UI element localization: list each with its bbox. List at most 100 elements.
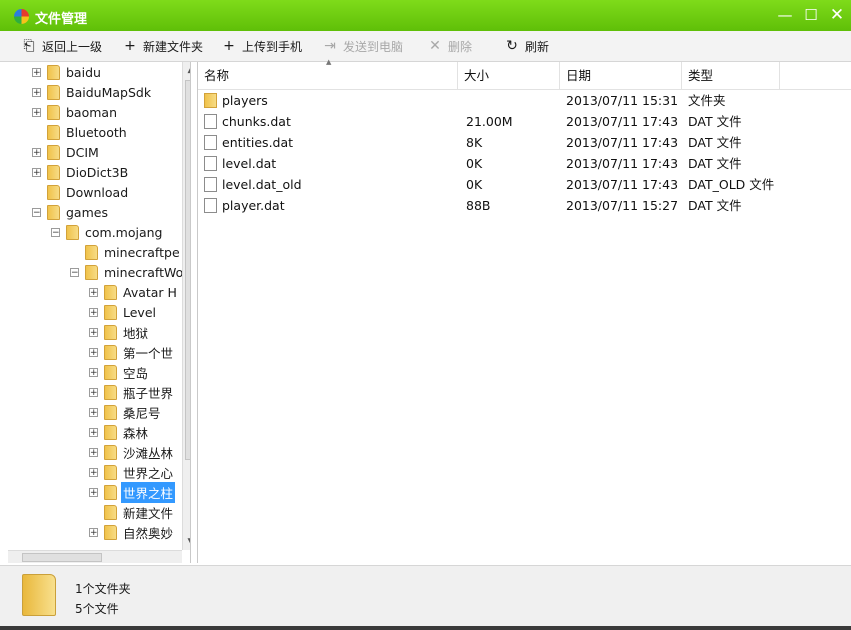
file-name: level.dat xyxy=(222,156,277,171)
expand-icon[interactable]: + xyxy=(89,287,98,297)
expand-icon[interactable]: + xyxy=(32,107,41,117)
tree-item[interactable]: + 沙滩丛林 xyxy=(89,442,175,462)
scroll-thumb[interactable] xyxy=(22,553,102,562)
tree-item[interactable]: − minecraftWorlds xyxy=(70,262,190,282)
upload-to-phone-button[interactable]: + 上传到手机 xyxy=(222,31,302,61)
tree-item[interactable]: + 瓶子世界 xyxy=(89,382,175,402)
tree-item[interactable]: + baoman xyxy=(32,102,119,122)
tree-item[interactable]: 新建文件 xyxy=(89,502,175,522)
file-size: 21.00M xyxy=(466,114,513,129)
file-type: 文件夹 xyxy=(688,93,726,108)
scroll-down-arrow-icon[interactable]: ▼ xyxy=(183,534,190,550)
send-to-pc-button[interactable]: ⇥ 发送到电脑 xyxy=(323,31,403,61)
file-row[interactable]: level.dat 0K 2013/07/11 17:43 DAT 文件 xyxy=(198,153,851,174)
back-folder-icon: ⎗ xyxy=(23,38,35,54)
collapse-icon[interactable]: − xyxy=(70,267,79,277)
expand-icon[interactable]: + xyxy=(89,487,98,497)
folder-icon xyxy=(85,264,98,280)
tree-item[interactable]: + DioDict3B xyxy=(32,162,130,182)
new-folder-button[interactable]: + 新建文件夹 xyxy=(123,31,203,61)
tree-item-label: 瓶子世界 xyxy=(123,385,174,401)
file-row[interactable]: chunks.dat 21.00M 2013/07/11 17:43 DAT 文件 xyxy=(198,111,851,132)
tree-item[interactable]: minecraftpe xyxy=(70,242,182,262)
sort-ascending-icon: ▲ xyxy=(326,58,332,66)
file-row[interactable]: level.dat_old 0K 2013/07/11 17:43 DAT_OLD 文… xyxy=(198,174,851,195)
close-button[interactable]: ✕ xyxy=(826,4,848,26)
tree-item[interactable]: Bluetooth xyxy=(32,122,129,142)
expand-icon[interactable]: + xyxy=(89,427,98,437)
tree-item[interactable]: + Avatar H xyxy=(89,282,179,302)
plus-icon: + xyxy=(223,38,235,54)
expand-icon[interactable]: + xyxy=(89,307,98,317)
refresh-button[interactable]: ↻ 刷新 xyxy=(505,31,549,61)
tree-item-label: 第一个世 xyxy=(123,345,174,361)
maximize-button[interactable]: ☐ xyxy=(800,4,822,26)
file-row[interactable]: player.dat 88B 2013/07/11 15:27 DAT 文件 xyxy=(198,195,851,216)
collapse-icon[interactable]: − xyxy=(51,227,60,237)
tree-item[interactable]: + Level xyxy=(89,302,158,322)
tree-item-label: DioDict3B xyxy=(66,164,129,180)
tree-horizontal-scrollbar[interactable] xyxy=(8,550,182,563)
file-date: 2013/07/11 17:43 xyxy=(566,156,679,171)
tree-item-label: DCIM xyxy=(66,144,99,160)
list-header: 名称 ▲ 大小 日期 类型 xyxy=(198,58,851,90)
expand-icon[interactable]: + xyxy=(89,407,98,417)
scroll-thumb[interactable] xyxy=(185,80,190,460)
expand-icon[interactable]: + xyxy=(89,327,98,337)
tree-item-label: Level xyxy=(123,304,156,320)
file-date: 2013/07/11 15:31 xyxy=(566,93,679,108)
file-name: level.dat_old xyxy=(222,177,302,192)
expand-icon[interactable]: + xyxy=(89,347,98,357)
expand-icon[interactable]: + xyxy=(32,67,41,77)
minimize-button[interactable]: — xyxy=(774,4,796,26)
file-icon xyxy=(204,135,217,150)
scroll-up-arrow-icon[interactable]: ▲ xyxy=(183,62,190,78)
tree-item[interactable]: − com.mojang xyxy=(51,222,164,242)
expand-icon[interactable]: + xyxy=(32,147,41,157)
file-row[interactable]: players 2013/07/11 15:31 文件夹 xyxy=(198,90,851,111)
tree-item[interactable]: + 空岛 xyxy=(89,362,150,382)
tree-item[interactable]: + 世界之心 xyxy=(89,462,175,482)
tree-item[interactable]: + BaiduMapSdk xyxy=(32,82,153,102)
file-size: 88B xyxy=(466,198,491,213)
tree-item[interactable]: Download xyxy=(32,182,130,202)
tree-item-label: minecraftWorlds xyxy=(104,264,190,280)
expand-icon[interactable]: + xyxy=(89,387,98,397)
expand-icon[interactable]: + xyxy=(32,167,41,177)
file-manager-window: 文件管理 — ☐ ✕ ⎗ 返回上一级 + 新建文件夹 + 上传到手机 ⇥ 发送到… xyxy=(0,0,851,626)
folder-icon xyxy=(104,524,117,540)
collapse-icon[interactable]: − xyxy=(32,207,41,217)
file-row[interactable]: entities.dat 8K 2013/07/11 17:43 DAT 文件 xyxy=(198,132,851,153)
tree-item[interactable]: + 世界之柱 xyxy=(89,481,176,503)
column-name[interactable]: 名称 xyxy=(198,62,458,89)
column-type[interactable]: 类型 xyxy=(682,62,780,89)
title-bar[interactable]: 文件管理 — ☐ ✕ xyxy=(0,0,851,31)
expand-icon[interactable]: + xyxy=(89,527,98,537)
delete-button[interactable]: ✕ 删除 xyxy=(428,31,472,61)
delete-label: 删除 xyxy=(448,39,473,54)
tree-item[interactable]: + 自然奥妙 xyxy=(89,522,175,542)
tree-item[interactable]: + 森林 xyxy=(89,422,150,442)
folder-icon xyxy=(47,64,60,80)
tree-item[interactable]: − games xyxy=(32,202,110,222)
column-size[interactable]: 大小 xyxy=(458,62,560,89)
tree-item[interactable]: + 地狱 xyxy=(89,322,150,342)
expand-icon[interactable]: + xyxy=(89,367,98,377)
tree-item-label: 森林 xyxy=(123,425,149,441)
file-date: 2013/07/11 17:43 xyxy=(566,114,679,129)
tree-item[interactable]: + 第一个世 xyxy=(89,342,175,362)
expand-icon[interactable]: + xyxy=(32,87,41,97)
column-date[interactable]: 日期 xyxy=(560,62,682,89)
send-label: 发送到电脑 xyxy=(343,39,404,54)
folder-icon xyxy=(47,104,60,120)
file-date: 2013/07/11 17:43 xyxy=(566,135,679,150)
tree-item[interactable]: + 桑尼号 xyxy=(89,402,163,422)
tree-item[interactable]: + DCIM xyxy=(32,142,101,162)
expand-icon[interactable]: + xyxy=(89,447,98,457)
tree-vertical-scrollbar[interactable]: ▲ ▼ xyxy=(182,62,190,550)
tree-item-label: Avatar H xyxy=(123,284,177,300)
expand-icon[interactable]: + xyxy=(89,467,98,477)
file-size: 0K xyxy=(466,156,483,171)
back-button[interactable]: ⎗ 返回上一级 xyxy=(22,31,102,61)
tree-item[interactable]: + baidu xyxy=(32,62,103,82)
